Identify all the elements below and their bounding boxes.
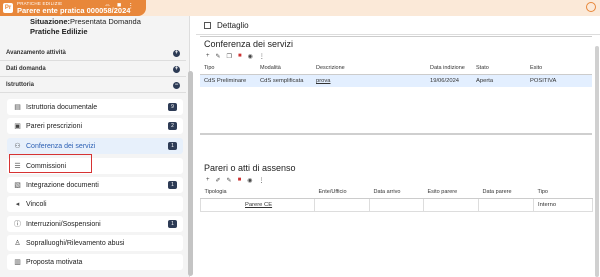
note-icon: ▥ xyxy=(14,259,21,266)
menu-item-istruttoria-documentale[interactable]: ▤ Istruttoria documentale 9 xyxy=(7,99,183,115)
file-add-icon: ▧ xyxy=(14,182,21,189)
situazione-value: Presentata Domanda xyxy=(70,17,141,26)
column-header[interactable]: Modalità xyxy=(256,62,312,75)
delete-icon[interactable]: ■ xyxy=(238,177,242,184)
conferenza-title: Conferenza dei servizi xyxy=(204,39,294,49)
menu-item-vincoli[interactable]: ◂ Vincoli xyxy=(7,196,183,212)
practice-category: Pratiche Edilizie xyxy=(30,27,88,36)
menu-item-proposta-motivata[interactable]: ▥ Proposta motivata xyxy=(7,254,183,270)
table-cell: Aperta xyxy=(472,74,526,87)
table-cell: POSITIVA xyxy=(526,74,592,87)
conferenza-card: Conferenza dei servizi + ✎ ❐ ■ ◉ ⋮ Tipo … xyxy=(200,36,592,87)
highlight-box xyxy=(9,154,92,173)
menu-item-integrazione-documenti[interactable]: ▧ Integrazione documenti 1 xyxy=(7,177,183,193)
pareri-toolbar: + ✐ ✎ ■ ◉ ⋮ xyxy=(200,175,592,186)
view-icon[interactable]: ◉ xyxy=(248,53,253,60)
copy-icon[interactable]: ❐ xyxy=(227,53,232,60)
detail-panel: Dettaglio Conferenza dei servizi + ✎ ❐ ■… xyxy=(196,16,600,277)
left-panel: Situazione:Presentata Domanda Pratiche E… xyxy=(0,16,193,277)
menu-item-pareri-prescrizioni[interactable]: ▣ Pareri prescrizioni 2 xyxy=(7,118,183,134)
count-badge: 1 xyxy=(168,142,177,150)
column-header[interactable]: Ente/Ufficio xyxy=(314,186,370,199)
count-badge: 1 xyxy=(168,181,177,189)
more-icon[interactable]: ⋮ xyxy=(259,53,265,60)
table-cell: 19/06/2024 xyxy=(426,74,472,87)
practice-info: Situazione:Presentata Domanda Pratiche E… xyxy=(30,17,141,37)
view-icon[interactable]: ◉ xyxy=(247,177,252,184)
column-header[interactable]: Data arrivo xyxy=(369,186,424,199)
add-icon[interactable]: + xyxy=(206,53,210,60)
more-icon[interactable]: ⋮ xyxy=(127,2,134,10)
menu-item-interruzioni[interactable]: ⓘ Interruzioni/Sospensioni 1 xyxy=(7,216,183,232)
person-walk-icon: ♙ xyxy=(14,240,21,247)
detail-scrollbar[interactable] xyxy=(595,46,599,277)
pareri-table: Tipologia Ente/Ufficio Data arrivo Esito… xyxy=(200,186,593,212)
more-icon[interactable]: ⋮ xyxy=(258,177,264,184)
table-cell-link[interactable]: Parere CE xyxy=(200,198,315,212)
column-header[interactable]: Descrizione xyxy=(312,62,426,75)
table-row[interactable]: CdS Preliminare CdS semplificata prova 1… xyxy=(200,74,592,87)
menu-item-conferenza-servizi[interactable]: ⚇ Conferenza dei servizi 1 xyxy=(7,138,183,154)
table-cell xyxy=(314,198,370,212)
document-icon: ▤ xyxy=(14,104,21,111)
edit-icon[interactable]: ✎ xyxy=(216,53,221,60)
status-circle-icon[interactable] xyxy=(586,2,596,12)
expand-icon[interactable]: + xyxy=(173,50,180,57)
expand-icon[interactable]: + xyxy=(173,66,180,73)
edit-multi-icon[interactable]: ✐ xyxy=(216,177,221,184)
column-header[interactable]: Esito parere xyxy=(423,186,479,199)
detail-header: Dettaglio xyxy=(196,16,600,35)
megaphone-icon: ◂ xyxy=(15,201,20,208)
count-badge: 1 xyxy=(168,220,177,228)
table-cell: CdS semplificata xyxy=(256,74,312,87)
collapse-icon[interactable]: − xyxy=(173,82,180,89)
conferenza-toolbar: + ✎ ❐ ■ ◉ ⋮ xyxy=(200,51,592,62)
column-header[interactable]: Data parere xyxy=(478,186,534,199)
table-cell xyxy=(478,198,534,212)
table-cell: CdS Preliminare xyxy=(200,74,256,87)
left-scrollbar[interactable] xyxy=(188,71,193,276)
user-icon: ▣ xyxy=(14,123,21,130)
section-istruttoria[interactable]: Istruttoria − xyxy=(0,78,186,93)
column-header[interactable]: Tipo xyxy=(200,62,256,75)
count-badge: 9 xyxy=(168,103,177,111)
pareri-card: Pareri o atti di assenso + ✐ ✎ ■ ◉ ⋮ Tip… xyxy=(200,161,593,212)
column-header[interactable]: Stato xyxy=(472,62,526,75)
column-header[interactable]: Tipo xyxy=(533,186,593,199)
group-icon: ⚇ xyxy=(14,143,21,150)
section-dati-domanda[interactable]: Dati domanda + xyxy=(0,62,186,77)
table-cell: Interno xyxy=(533,198,593,212)
info-icon: ⓘ xyxy=(14,221,21,228)
column-header[interactable]: Data indizione xyxy=(426,62,472,75)
column-header[interactable]: Tipologia xyxy=(200,186,315,199)
column-header[interactable]: Esito xyxy=(526,62,592,75)
edit-icon[interactable]: ✎ xyxy=(227,177,232,184)
title-bar: Pr PRATICHE EDILIZIE Parere ente pratica… xyxy=(0,0,600,16)
pareri-title: Pareri o atti di assenso xyxy=(204,163,296,173)
table-row[interactable]: Parere CE Interno xyxy=(200,198,593,212)
section-avanzamento[interactable]: Avanzamento attività + xyxy=(0,46,186,61)
add-icon[interactable]: + xyxy=(206,177,210,184)
count-badge: 2 xyxy=(168,122,177,130)
table-cell xyxy=(369,198,424,212)
divider xyxy=(200,133,592,135)
table-cell xyxy=(423,198,479,212)
menu-item-sopralluoghi[interactable]: ♙ Sopralluoghi/Rilevamento abusi xyxy=(7,235,183,251)
conferenza-table: Tipo Modalità Descrizione Data indizione… xyxy=(200,62,592,87)
link-icon[interactable]: ⇔ xyxy=(104,2,111,10)
delete-icon[interactable]: ■ xyxy=(238,53,242,60)
bookmark-icon[interactable]: ■ xyxy=(117,2,121,10)
app-logo: Pr xyxy=(3,3,13,13)
table-cell-link[interactable]: prova xyxy=(312,74,426,87)
detail-title: Dettaglio xyxy=(217,20,249,30)
situazione-label: Situazione: xyxy=(30,17,71,26)
panel-icon[interactable] xyxy=(204,21,211,29)
